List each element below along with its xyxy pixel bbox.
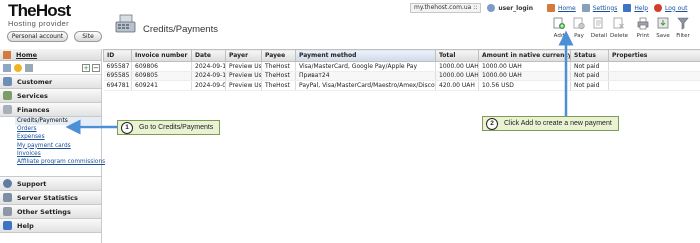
step-number-1: 1 bbox=[121, 121, 133, 134]
callout-step-2: 2 Click Add to create a new payment bbox=[482, 116, 619, 131]
callout-step-1: 1 Go to Credits/Payments bbox=[117, 120, 221, 135]
callout-step-1-text: Go to Credits/Payments bbox=[139, 124, 214, 131]
callout-step-2-text: Click Add to create a new payment bbox=[504, 120, 612, 127]
step-number-2: 2 bbox=[486, 117, 498, 130]
